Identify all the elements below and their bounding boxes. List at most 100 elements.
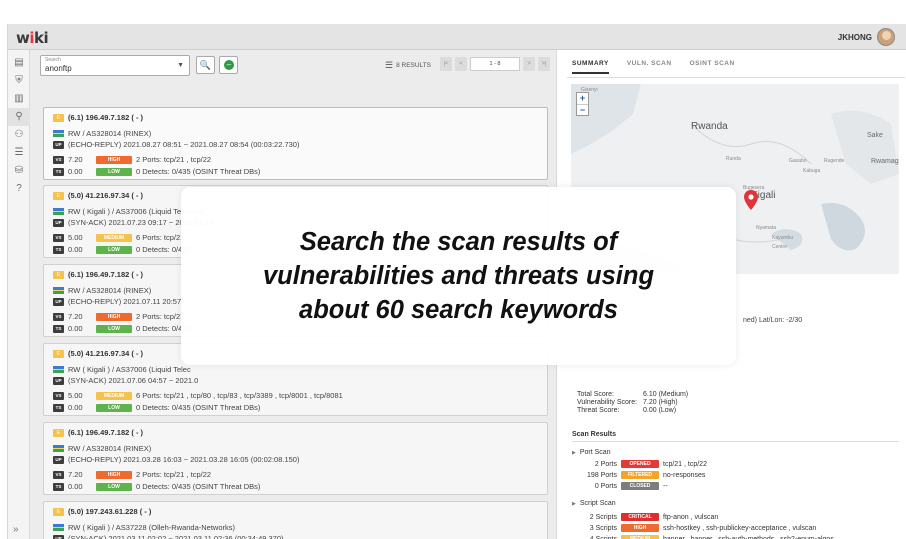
tab-1[interactable]: VULN. SCAN bbox=[627, 60, 672, 74]
map-label: Nyamata bbox=[756, 225, 777, 231]
sidebar: ▤ ⛨ ▥ ⚲ ⚇ ☰ ⛁? » bbox=[8, 50, 30, 539]
go-button[interactable]: – bbox=[219, 56, 238, 74]
result-card[interactable]: E (6.1) 196.49.7.182 ( - ) RW / AS328014 (… bbox=[43, 107, 548, 180]
tab-2[interactable]: OSINT SCAN bbox=[690, 60, 735, 74]
avatar[interactable] bbox=[877, 28, 895, 46]
search-button[interactable]: 🔍 bbox=[196, 56, 215, 74]
tab-0[interactable]: SUMMARY bbox=[572, 60, 609, 74]
threat-severity-badge: LOW bbox=[96, 482, 132, 491]
card-ip[interactable]: (6.1) 196.49.7.182 ( - ) bbox=[68, 270, 143, 279]
status-badge: UP bbox=[53, 297, 64, 306]
card-ports: 2 Ports: tcp/21 , tcp/22 bbox=[136, 155, 212, 164]
ts-tag: TS bbox=[53, 324, 64, 333]
scan-icon[interactable]: ⛨ bbox=[8, 72, 30, 90]
scan-status-badge: HIGH bbox=[621, 524, 659, 532]
scan-status-badge: OPENED bbox=[621, 460, 659, 468]
score-badge: E bbox=[53, 191, 64, 200]
port-scan-header[interactable]: ▶ Port Scan bbox=[572, 449, 611, 456]
go-icon: – bbox=[224, 60, 234, 70]
threat-score: 0.00 bbox=[68, 245, 83, 254]
card-time: (ECHO-REPLY) 2021.08.27 08:51 ~ 2021.08.… bbox=[68, 140, 300, 149]
score-badge: E bbox=[53, 428, 64, 437]
user-name: JKHONG bbox=[837, 32, 872, 42]
map-label-country: Rwanda bbox=[691, 121, 728, 132]
script-scan-header[interactable]: ▶ Script Scan bbox=[572, 500, 616, 507]
list-view-icon[interactable]: ☰ bbox=[385, 60, 393, 71]
page-range: 1 - 8 bbox=[470, 57, 520, 71]
vs-tag: VS bbox=[53, 391, 64, 400]
card-ports: 6 Ports: tcp/21 , tcp/80 , tcp/83 , tcp/… bbox=[136, 391, 343, 400]
scan-row: 4 Scripts MEDIUM banner , banner , ssh-aut… bbox=[575, 535, 834, 539]
vuln-severity-badge: HIGH bbox=[96, 155, 132, 164]
chart-icon[interactable]: ▥ bbox=[8, 90, 30, 108]
vuln-severity-badge: MEDIUM bbox=[96, 391, 132, 400]
location-pin-icon[interactable] bbox=[744, 190, 758, 210]
vuln-severity-badge: MEDIUM bbox=[96, 233, 132, 242]
card-time: (ECHO-REPLY) 2021.07.11 20:57 ~ bbox=[68, 297, 188, 306]
vs-tag: VS bbox=[53, 312, 64, 321]
vuln-score: 7.20 bbox=[68, 470, 83, 479]
help-icon[interactable]: ? bbox=[8, 180, 30, 198]
users-icon[interactable]: ⚇ bbox=[8, 126, 30, 144]
map-label: Runda bbox=[726, 156, 741, 162]
zoom-out-button[interactable]: − bbox=[577, 104, 588, 115]
card-ip[interactable]: (5.0) 197.243.61.228 ( - ) bbox=[68, 507, 151, 516]
card-asn: RW / AS328014 (RINEX) bbox=[68, 444, 152, 453]
result-card[interactable]: E (6.1) 196.49.7.182 ( - ) RW / AS328014 (… bbox=[43, 422, 548, 495]
search-value[interactable]: anonftp bbox=[45, 64, 72, 73]
threat-severity-badge: LOW bbox=[96, 245, 132, 254]
vs-tag: VS bbox=[53, 233, 64, 242]
first-page-button[interactable]: |< bbox=[440, 57, 452, 71]
search-label: Search bbox=[45, 57, 61, 63]
database-icon[interactable]: ⛁ bbox=[8, 162, 30, 180]
app-logo[interactable]: wiki bbox=[16, 29, 49, 47]
map-label: Gasabo bbox=[789, 158, 807, 164]
expand-icon[interactable]: ▶ bbox=[572, 501, 576, 507]
card-ip[interactable]: (6.1) 196.49.7.182 ( - ) bbox=[68, 113, 143, 122]
scan-row: 2 Scripts CRITICAL ftp-anon , vulscan bbox=[589, 513, 719, 521]
user-menu[interactable]: JKHONG bbox=[838, 28, 895, 46]
vuln-score: 5.00 bbox=[68, 391, 83, 400]
prev-page-button[interactable]: < bbox=[455, 57, 467, 71]
vuln-score: 7.20 bbox=[68, 312, 83, 321]
vs-tag: VS bbox=[53, 155, 64, 164]
card-detects: 0 Detects: 0/435 (OSINT Threat DBs) bbox=[136, 482, 261, 491]
card-asn: RW / AS328014 (RINEX) bbox=[68, 286, 152, 295]
card-detects: 0 Detects: 0/435 (OSINT Threat DBs) bbox=[136, 167, 261, 176]
list-icon[interactable]: ☰ bbox=[8, 144, 30, 162]
map-label: Centre bbox=[772, 244, 788, 250]
detail-tabs: SUMMARY VULN. SCAN OSINT SCAN bbox=[572, 60, 735, 74]
flag-icon bbox=[53, 287, 64, 294]
ts-tag: TS bbox=[53, 482, 64, 491]
score-row: Vulnerability Score: 7.20 (High) bbox=[577, 399, 678, 406]
next-page-button[interactable]: > bbox=[523, 57, 535, 71]
flag-icon bbox=[53, 130, 64, 137]
search-input[interactable]: Search anonftp ▼ bbox=[40, 55, 190, 76]
collapse-sidebar-icon[interactable]: » bbox=[13, 524, 19, 535]
ts-tag: TS bbox=[53, 245, 64, 254]
tab-divider bbox=[567, 77, 905, 78]
zoom-in-button[interactable]: + bbox=[577, 93, 588, 104]
search-icon[interactable]: ⚲ bbox=[8, 108, 30, 126]
card-detects: 0 Detects: 0/435 (OSINT Threat DBs) bbox=[136, 403, 261, 412]
result-card[interactable]: E (5.0) 197.243.61.228 ( - ) RW ( Kigali )… bbox=[43, 501, 548, 539]
expand-icon[interactable]: ▶ bbox=[572, 450, 576, 456]
scan-status-badge: CLOSED bbox=[621, 482, 659, 490]
card-ip[interactable]: (5.0) 41.216.97.34 ( - ) bbox=[68, 191, 143, 200]
status-badge: UP bbox=[53, 218, 64, 227]
dashboard-icon[interactable]: ▤ bbox=[8, 54, 30, 72]
score-badge: E bbox=[53, 349, 64, 358]
card-asn: RW ( Kigali ) / AS37228 (Olleh-Rwanda-Ne… bbox=[68, 523, 236, 532]
status-badge: UP bbox=[53, 534, 64, 539]
map-label: Kabuga bbox=[803, 168, 821, 174]
chevron-down-icon[interactable]: ▼ bbox=[177, 62, 184, 69]
map-label: Kayumbu bbox=[772, 235, 794, 241]
card-ports: 6 Ports: tcp/21 bbox=[136, 233, 185, 242]
card-ip[interactable]: (5.0) 41.216.97.34 ( - ) bbox=[68, 349, 143, 358]
status-badge: UP bbox=[53, 140, 64, 149]
last-page-button[interactable]: >| bbox=[538, 57, 550, 71]
vs-tag: VS bbox=[53, 470, 64, 479]
scan-results-title: Scan Results bbox=[572, 431, 899, 442]
card-ip[interactable]: (6.1) 196.49.7.182 ( - ) bbox=[68, 428, 143, 437]
card-asn: RW ( Kigali ) / AS37006 (Liquid Telec bbox=[68, 365, 191, 374]
